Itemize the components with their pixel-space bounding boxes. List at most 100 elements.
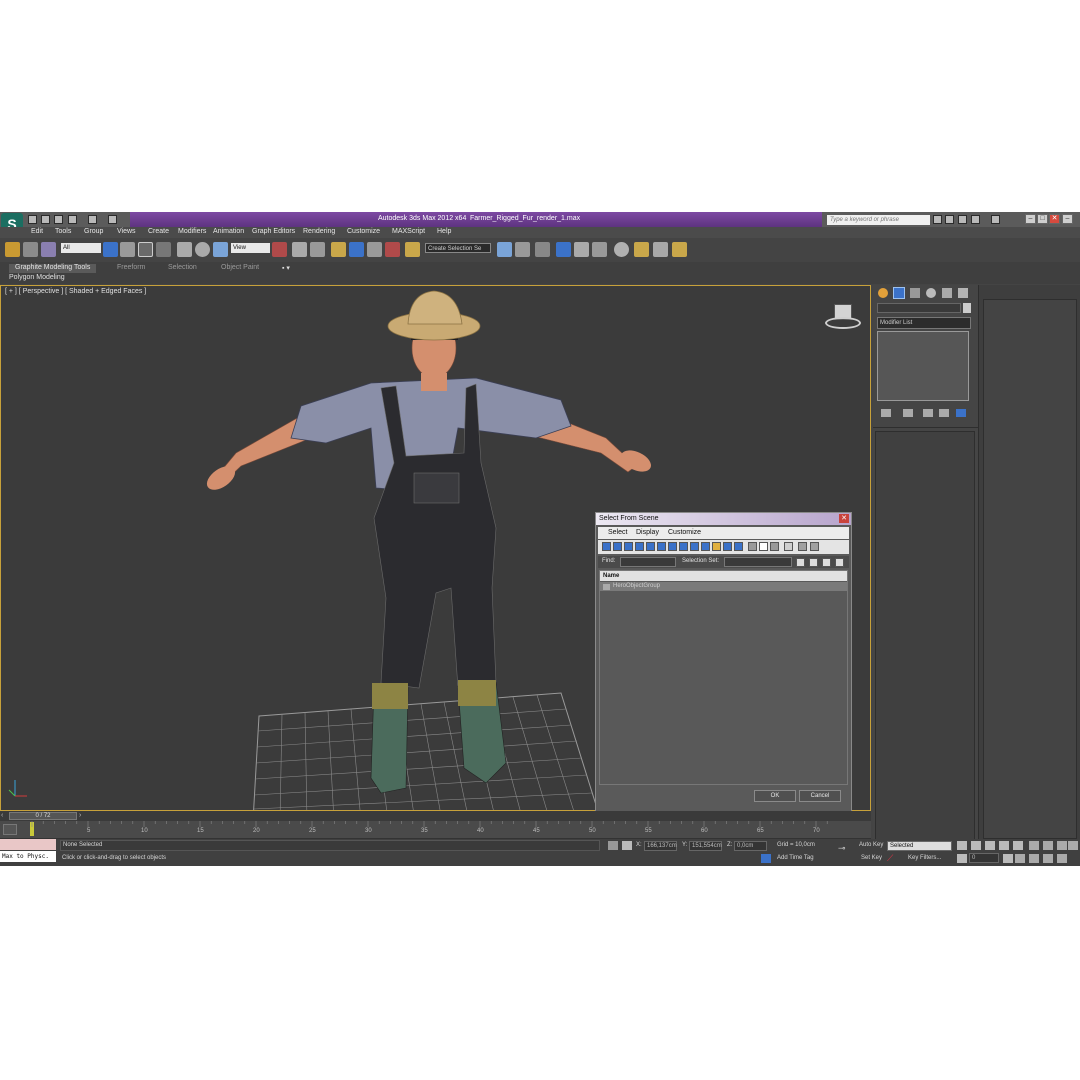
selection-set-select-icon[interactable] [822, 558, 831, 567]
filter-options-icon[interactable] [810, 542, 819, 551]
tab-freeform[interactable]: Freeform [117, 264, 145, 273]
selection-set-dropdown[interactable] [724, 557, 792, 567]
viewport-label[interactable]: [ + ] [ Perspective ] [ Shaded + Edged F… [5, 288, 146, 295]
display-invert-icon[interactable] [759, 542, 768, 551]
column-header-name[interactable]: Name [600, 571, 847, 581]
ok-button[interactable]: OK [754, 790, 796, 802]
previous-frame-icon[interactable] [971, 841, 981, 850]
search-input[interactable]: Type a keyword or phrase [827, 215, 930, 225]
pin-stack-icon[interactable] [881, 409, 891, 417]
lock-selection-icon[interactable] [608, 841, 618, 850]
motion-tab-icon[interactable] [926, 288, 936, 298]
snaps-toggle-icon[interactable] [331, 242, 346, 257]
edit-named-selection-icon[interactable] [405, 242, 420, 257]
create-tab-icon[interactable] [878, 288, 888, 298]
time-configuration-icon[interactable] [1003, 854, 1013, 863]
keyboard-shortcut-icon[interactable] [310, 242, 325, 257]
make-unique-icon[interactable] [923, 409, 933, 417]
display-cameras-icon[interactable] [635, 542, 644, 551]
track-bar[interactable]: 5 10 15 20 25 30 35 40 45 50 55 60 65 70 [0, 821, 871, 839]
zoom-icon[interactable] [1029, 841, 1039, 850]
pivot-center-icon[interactable] [272, 242, 287, 257]
selection-set-options-icon[interactable] [835, 558, 844, 567]
angle-snap-icon[interactable] [349, 242, 364, 257]
set-key-button[interactable]: Set Key [861, 855, 882, 861]
go-to-end-icon[interactable] [1013, 841, 1023, 850]
menu-group[interactable]: Group [84, 228, 103, 235]
time-slider-thumb[interactable]: 0 / 72 [9, 812, 77, 820]
x-coordinate-field[interactable]: 166,137cm [644, 841, 677, 851]
display-helpers-icon[interactable] [646, 542, 655, 551]
menu-maxscript[interactable]: MAXScript [392, 228, 425, 235]
maxscript-mini-listener[interactable]: Max to Physc. [0, 851, 56, 862]
favorites-star-icon[interactable] [971, 215, 980, 224]
menu-customize[interactable]: Customize [347, 228, 380, 235]
menu-views[interactable]: Views [117, 228, 136, 235]
find-input[interactable] [620, 557, 676, 567]
scale-icon[interactable] [213, 242, 228, 257]
select-none-icon[interactable] [784, 542, 793, 551]
key-mode-toggle-icon[interactable] [957, 854, 967, 863]
select-by-name-icon[interactable] [120, 242, 135, 257]
maximize-button[interactable]: □ [1037, 214, 1048, 224]
zoom-extents-all-icon[interactable] [1068, 841, 1078, 850]
key-filters-button[interactable]: Key Filters... [908, 855, 941, 861]
save-file-icon[interactable] [54, 215, 63, 224]
render-production-icon[interactable] [672, 242, 687, 257]
cancel-button[interactable]: Cancel [799, 790, 841, 802]
pan-view-icon[interactable] [1029, 854, 1039, 863]
named-selection-set-dropdown[interactable]: Create Selection Se [425, 243, 491, 253]
selection-set-remove-icon[interactable] [809, 558, 818, 567]
object-name-field[interactable] [877, 303, 961, 313]
rectangular-selection-icon[interactable] [138, 242, 153, 257]
graphite-toggle-icon[interactable] [556, 242, 571, 257]
display-groups-icon[interactable] [668, 542, 677, 551]
display-containers-icon[interactable] [701, 542, 710, 551]
display-xrefs-icon[interactable] [679, 542, 688, 551]
help-icon[interactable] [991, 215, 1000, 224]
polygon-modeling-panel[interactable]: Polygon Modeling [9, 274, 65, 281]
set-key-icon[interactable]: ⟋ [887, 853, 899, 863]
percent-snap-icon[interactable] [367, 242, 382, 257]
display-geometry-icon[interactable] [602, 542, 611, 551]
go-to-start-icon[interactable] [957, 841, 967, 850]
tab-graphite-modeling-tools[interactable]: Graphite Modeling Tools [9, 264, 97, 273]
maximize-viewport-icon[interactable] [1057, 854, 1067, 863]
ribbon-options-icon[interactable]: ▪ ▾ [282, 264, 290, 273]
select-manipulate-icon[interactable] [292, 242, 307, 257]
menu-rendering[interactable]: Rendering [303, 228, 335, 235]
bind-space-warp-icon[interactable] [41, 242, 56, 257]
subscription-icon[interactable] [945, 215, 954, 224]
modifier-list-dropdown[interactable]: Modifier List [877, 317, 971, 329]
redo-icon[interactable] [88, 215, 97, 224]
display-lights-icon[interactable] [624, 542, 633, 551]
display-bones-icon[interactable] [690, 542, 699, 551]
menu-edit[interactable]: Edit [31, 228, 43, 235]
next-frame-button-icon[interactable] [999, 841, 1009, 850]
object-color-swatch[interactable] [963, 303, 971, 313]
dialog-close-button[interactable]: ✕ [839, 514, 849, 523]
dialog-menu-customize[interactable]: Customize [668, 529, 701, 536]
menu-graph-editors[interactable]: Graph Editors [252, 228, 295, 235]
display-frozen-icon[interactable] [712, 542, 721, 551]
open-file-icon[interactable] [41, 215, 50, 224]
selection-set-add-icon[interactable] [796, 558, 805, 567]
link-icon[interactable] [5, 242, 20, 257]
mirror-icon[interactable] [497, 242, 512, 257]
add-time-tag[interactable]: Add Time Tag [777, 855, 814, 861]
play-icon[interactable] [985, 841, 995, 850]
configure-modifier-sets-icon[interactable] [956, 409, 966, 417]
select-all-icon[interactable] [770, 542, 779, 551]
filter-icon[interactable] [798, 542, 807, 551]
new-file-icon[interactable] [28, 215, 37, 224]
dialog-menu-select[interactable]: Select [608, 529, 627, 536]
project-folder-icon[interactable] [108, 215, 117, 224]
time-tag-icon[interactable] [761, 854, 771, 863]
close-button[interactable]: ✕ [1049, 214, 1060, 224]
time-slider[interactable]: ‹ 0 / 72 › [0, 811, 871, 821]
display-none-icon[interactable] [748, 542, 757, 551]
maxscript-listener-top[interactable] [0, 839, 56, 850]
tab-selection[interactable]: Selection [168, 264, 197, 273]
render-setup-icon[interactable] [634, 242, 649, 257]
key-mode-dropdown[interactable]: Selected [887, 841, 952, 851]
